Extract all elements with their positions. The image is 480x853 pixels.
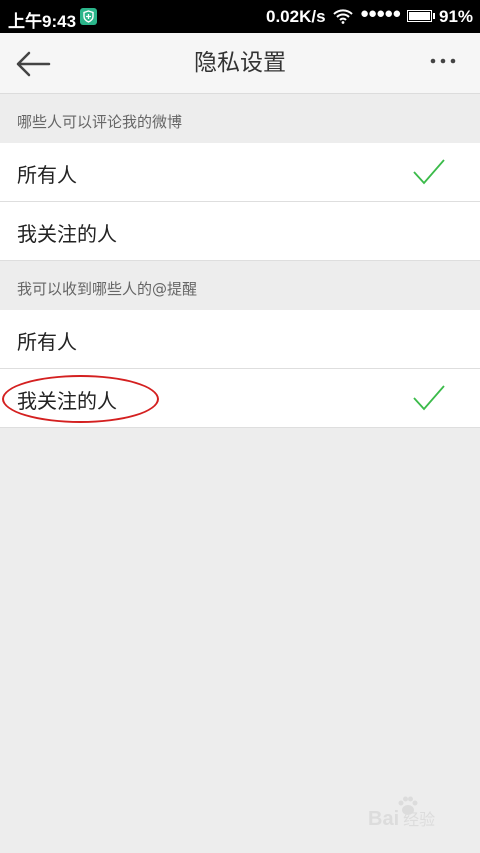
page-title: 隐私设置	[194, 50, 286, 76]
option-row-comments-following[interactable]: 我关注的人	[0, 202, 480, 261]
network-speed: 0.02K/s	[266, 7, 326, 26]
section-title: 哪些人可以评论我的微博	[17, 113, 183, 131]
option-label: 我关注的人	[17, 222, 117, 246]
wifi-icon	[333, 9, 353, 29]
watermark-latin: Bai	[368, 808, 400, 830]
section-header-mentions: 我可以收到哪些人的@提醒	[0, 262, 480, 310]
option-row-mentions-everyone[interactable]: 所有人	[0, 310, 480, 369]
section-header-comments: 哪些人可以评论我的微博	[0, 95, 480, 143]
status-time: 上午9:43	[8, 12, 77, 31]
option-row-mentions-following[interactable]: 我关注的人	[0, 369, 480, 428]
paw-icon	[396, 794, 420, 824]
checkmark-icon	[411, 157, 447, 191]
checkmark-icon	[411, 383, 447, 417]
section-title: 我可以收到哪些人的@提醒	[17, 280, 198, 298]
option-label: 我关注的人	[17, 389, 117, 413]
battery-icon	[407, 10, 432, 22]
shield-icon	[80, 8, 97, 25]
status-bar: 上午9:43 0.02K/s ●●●●● 91%	[0, 0, 480, 33]
back-arrow-icon[interactable]	[14, 50, 52, 78]
option-label: 所有人	[17, 163, 77, 187]
battery-percent: 91%	[439, 7, 474, 26]
signal-strength-icon: ●●●●●	[360, 5, 401, 22]
option-row-comments-everyone[interactable]: 所有人	[0, 143, 480, 202]
nav-bar: 隐私设置	[0, 33, 480, 94]
battery-cap	[433, 13, 435, 19]
option-label: 所有人	[17, 330, 77, 354]
more-dots-icon[interactable]	[425, 55, 465, 71]
